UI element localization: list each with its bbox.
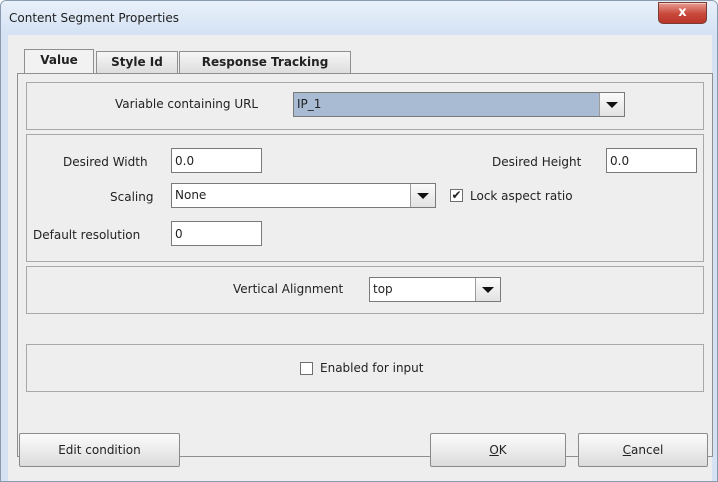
alignment-group: Vertical Alignment top: [26, 266, 704, 314]
variable-url-label: Variable containing URL: [115, 97, 259, 111]
tab-value[interactable]: Value: [24, 49, 94, 75]
variable-url-value: IP_1: [297, 97, 322, 111]
default-resolution-input[interactable]: 0: [171, 221, 262, 246]
scaling-select[interactable]: None: [171, 183, 436, 208]
ok-button[interactable]: OK: [430, 433, 566, 467]
tab-style-id[interactable]: Style Id: [96, 51, 178, 74]
cancel-label: ancel: [631, 443, 664, 457]
vertical-alignment-select[interactable]: top: [369, 277, 501, 302]
lock-aspect-label: Lock aspect ratio: [470, 189, 573, 203]
enabled-for-input-label: Enabled for input: [320, 361, 424, 375]
cancel-button[interactable]: Cancel: [578, 433, 708, 467]
close-icon: x: [678, 5, 687, 20]
variable-url-select[interactable]: IP_1: [293, 92, 625, 117]
chevron-down-icon[interactable]: [475, 278, 500, 301]
cancel-mnemonic: C: [622, 443, 632, 457]
lock-aspect-checkbox[interactable]: ✔: [450, 189, 463, 202]
window-title: Content Segment Properties: [9, 11, 179, 25]
close-button[interactable]: x: [658, 2, 707, 24]
tab-label: Style Id: [111, 55, 163, 69]
check-icon: ✔: [451, 188, 462, 202]
desired-height-label: Desired Height: [492, 155, 582, 169]
tab-label: Value: [40, 53, 78, 67]
dialog-window: Content Segment Properties x Value Style…: [0, 0, 718, 482]
tab-label: Response Tracking: [201, 55, 329, 69]
desired-width-label: Desired Width: [63, 155, 148, 169]
desired-height-input[interactable]: 0.0: [606, 148, 697, 173]
tab-panel-value: Variable containing URL IP_1 Desired Wid…: [17, 73, 713, 457]
title-bar[interactable]: Content Segment Properties x: [1, 1, 717, 35]
dialog-content: Value Style Id Response Tracking Variabl…: [8, 35, 713, 481]
ok-label: K: [498, 443, 507, 457]
vertical-alignment-label: Vertical Alignment: [233, 282, 344, 296]
ok-mnemonic: O: [489, 443, 499, 457]
url-group: Variable containing URL IP_1: [26, 82, 704, 130]
size-group: Desired Width 0.0 Desired Height 0.0 Sca…: [26, 134, 704, 262]
default-resolution-label: Default resolution: [33, 228, 141, 242]
scaling-label: Scaling: [110, 190, 154, 204]
chevron-down-icon[interactable]: [599, 93, 624, 116]
chevron-down-icon[interactable]: [410, 184, 435, 207]
desired-width-input[interactable]: 0.0: [171, 148, 262, 173]
scaling-value: None: [175, 188, 207, 202]
input-group: Enabled for input: [26, 344, 704, 392]
edit-condition-label: Edit condition: [58, 443, 141, 457]
vertical-alignment-value: top: [373, 282, 393, 296]
tab-response-tracking[interactable]: Response Tracking: [179, 51, 351, 74]
edit-condition-button[interactable]: Edit condition: [19, 433, 180, 467]
window-frame-left: [1, 35, 8, 481]
enabled-for-input-checkbox[interactable]: [300, 362, 313, 375]
